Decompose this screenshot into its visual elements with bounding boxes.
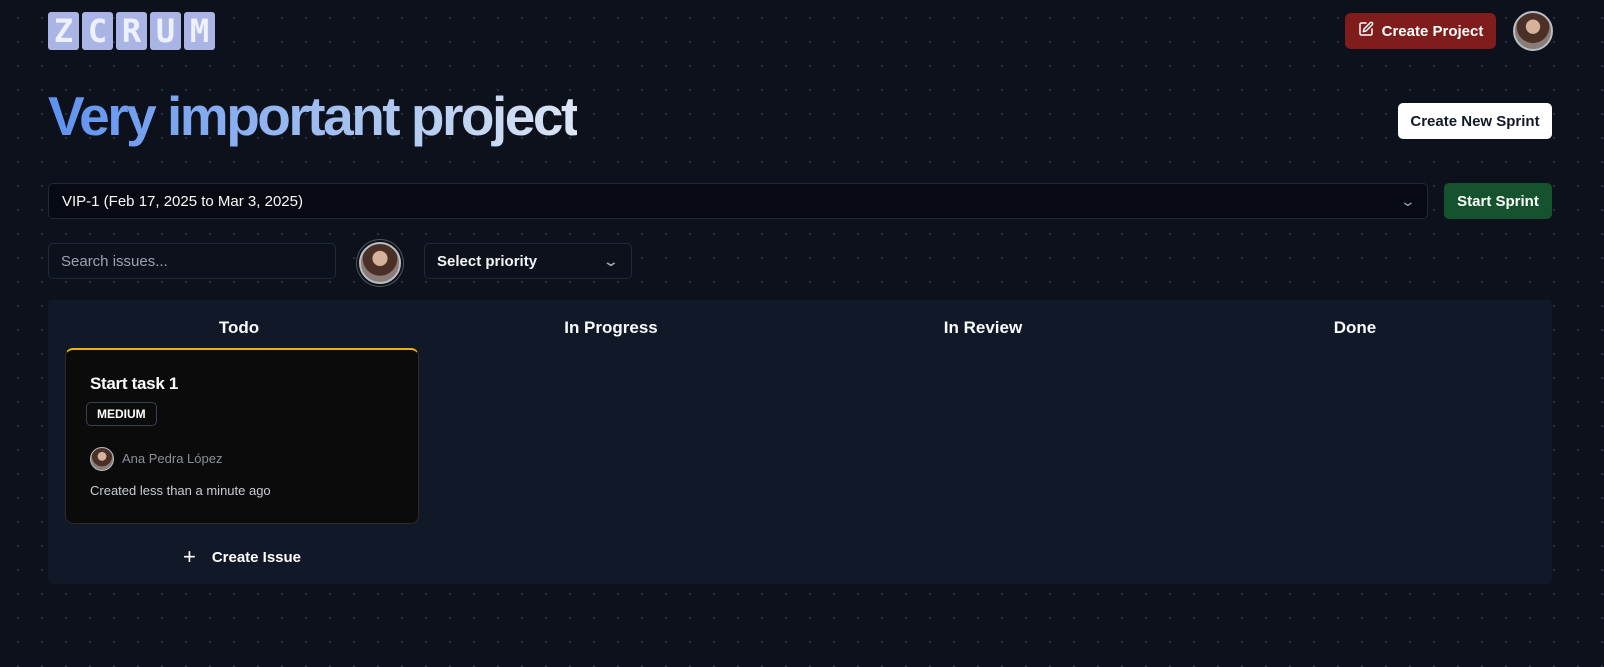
zcrum-logo[interactable]: Z C R U M <box>48 12 215 50</box>
sprint-select-value: VIP-1 (Feb 17, 2025 to Mar 3, 2025) <box>62 192 303 210</box>
column-header-todo: Todo <box>218 318 260 337</box>
create-issue-button[interactable]: + Create Issue <box>65 540 419 574</box>
search-input[interactable] <box>48 243 336 279</box>
edit-icon <box>1358 21 1374 41</box>
column-header-done: Done <box>1333 318 1377 337</box>
priority-select[interactable]: Select priority ⌄ <box>424 243 632 279</box>
logo-letter: U <box>150 12 181 50</box>
user-avatar[interactable] <box>1513 11 1553 51</box>
chevron-down-icon: ⌄ <box>602 252 620 269</box>
kanban-board: Todo In Progress In Review Done Start ta… <box>48 300 1552 584</box>
page-title: Very important project <box>48 85 579 147</box>
priority-select-label: Select priority <box>437 252 538 270</box>
plus-icon: + <box>182 544 196 569</box>
create-project-button[interactable]: Create Project <box>1345 13 1496 49</box>
create-issue-label: Create Issue <box>211 548 302 566</box>
assignee-filter-avatar[interactable] <box>359 242 401 284</box>
logo-letter: C <box>82 12 113 50</box>
logo-letter: M <box>184 12 215 50</box>
logo-letter: R <box>116 12 147 50</box>
logo-letter: Z <box>48 12 79 50</box>
priority-badge: MEDIUM <box>86 402 157 426</box>
issue-title: Start task 1 <box>90 374 179 393</box>
sprint-select[interactable]: VIP-1 (Feb 17, 2025 to Mar 3, 2025) ⌄ <box>48 183 1428 219</box>
column-header-in-progress: In Progress <box>564 318 658 337</box>
assignee-avatar <box>90 447 114 471</box>
start-sprint-button[interactable]: Start Sprint <box>1444 183 1552 219</box>
assignee-name: Ana Pedra López <box>122 451 223 466</box>
issue-created-time: Created less than a minute ago <box>90 483 271 498</box>
chevron-down-icon: ⌄ <box>1399 192 1417 209</box>
issue-card[interactable]: Start task 1 MEDIUM Ana Pedra López Crea… <box>65 348 419 524</box>
create-project-label: Create Project <box>1381 22 1484 40</box>
create-new-sprint-button[interactable]: Create New Sprint <box>1398 103 1552 139</box>
column-header-in-review: In Review <box>943 318 1023 337</box>
